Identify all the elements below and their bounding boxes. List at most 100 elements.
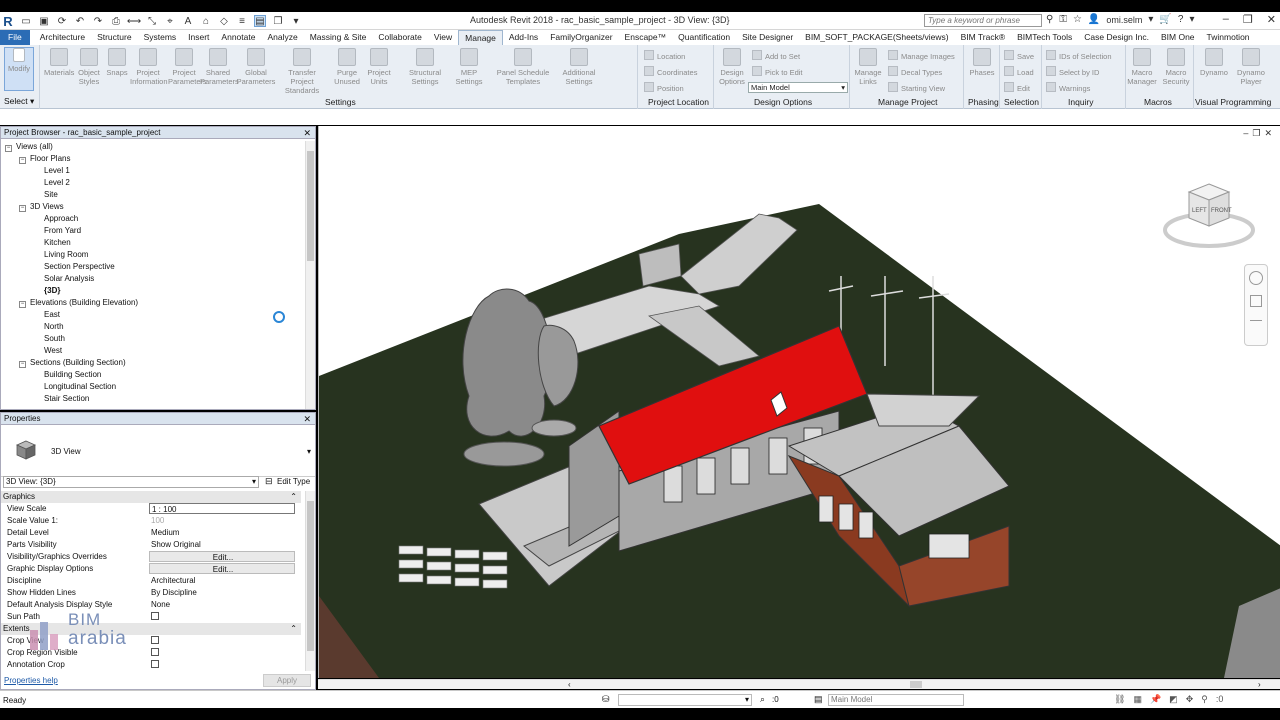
thin-lines-icon[interactable]: ≡: [236, 15, 248, 27]
collapse-icon[interactable]: ⌃: [290, 623, 297, 635]
type-selector[interactable]: 3D View ▾: [1, 427, 315, 477]
phases-button[interactable]: Phases: [966, 48, 998, 77]
scroll-thumb[interactable]: [910, 681, 922, 688]
collapse-icon[interactable]: ⌃: [290, 491, 297, 503]
maximize-icon[interactable]: ❐: [1243, 13, 1253, 26]
property-value[interactable]: [149, 611, 295, 622]
decal-types-button[interactable]: Decal Types: [888, 66, 942, 77]
tree-item[interactable]: Stair Section: [33, 393, 89, 405]
property-value[interactable]: None: [149, 599, 295, 610]
collapse-icon[interactable]: −: [19, 301, 26, 308]
properties-section[interactable]: Graphics ⌃: [1, 491, 301, 503]
chevron-down-icon[interactable]: ▾: [1148, 14, 1153, 25]
manage-images-button[interactable]: Manage Images: [888, 50, 955, 61]
select-by-id-button[interactable]: Select by ID: [1046, 66, 1099, 77]
property-value[interactable]: By Discipline: [149, 587, 295, 598]
tree-item[interactable]: Section Perspective: [33, 261, 115, 273]
scroll-left-icon[interactable]: ‹: [568, 680, 571, 689]
tree-item[interactable]: Solar Analysis: [33, 273, 94, 285]
panel-schedule-templates-button[interactable]: Panel Schedule Templates: [494, 48, 552, 86]
subscription-icon[interactable]: ⚿: [1059, 14, 1067, 25]
design-option-dropdown[interactable]: Main Model ▾: [748, 82, 848, 93]
tree-item[interactable]: − Sections (Building Section): [19, 357, 126, 369]
tab-bim-track[interactable]: BIM Track®: [955, 30, 1012, 45]
switch-windows-icon[interactable]: ❐: [272, 15, 284, 27]
aligned-dimension-icon[interactable]: ⤡: [146, 15, 158, 27]
tab-bimtech-tools[interactable]: BIMTech Tools: [1011, 30, 1078, 45]
pick-to-edit-button[interactable]: Pick to Edit: [752, 66, 803, 77]
ids-of-selection-button[interactable]: IDs of Selection: [1046, 50, 1112, 61]
tree-item[interactable]: − Floor Plans: [19, 153, 70, 165]
tab-bim-one[interactable]: BIM One: [1155, 30, 1201, 45]
tree-item[interactable]: Longitudinal Section: [33, 381, 116, 393]
scroll-thumb[interactable]: [307, 151, 314, 261]
tab-familyorganizer[interactable]: FamilyOrganizer: [544, 30, 618, 45]
structural-settings-button[interactable]: Structural Settings: [404, 48, 446, 86]
select-dropdown[interactable]: Select ▾: [4, 96, 34, 107]
edit-type-button[interactable]: ⊟ Edit Type: [263, 476, 313, 488]
shared-parameters-button[interactable]: Shared Parameters: [200, 48, 239, 86]
binoculars-icon[interactable]: ⚲: [1046, 14, 1053, 25]
dynamo-player-button[interactable]: Dynamo Player: [1234, 48, 1268, 86]
tree-item[interactable]: − Elevations (Building Elevation): [19, 297, 138, 309]
tab-bim-soft-package-sheets-views[interactable]: BIM_SOFT_PACKAGE(Sheets/views): [799, 30, 954, 45]
macro-manager-button[interactable]: Macro Manager: [1126, 48, 1158, 86]
measure-icon[interactable]: ⟷: [127, 15, 141, 27]
tag-icon[interactable]: ⌖: [164, 15, 176, 27]
load-selection-button[interactable]: Load: [1004, 66, 1034, 77]
checkbox[interactable]: [151, 660, 159, 668]
project-units-button[interactable]: Project Units: [364, 48, 394, 86]
close-icon[interactable]: ✕: [303, 127, 311, 139]
macro-security-button[interactable]: Macro Security: [1160, 48, 1192, 86]
edit-selection-button[interactable]: Edit: [1004, 82, 1030, 93]
3d-viewport[interactable]: –❐✕ LEFT FRONT: [318, 126, 1280, 678]
tree-item[interactable]: {3D}: [33, 285, 60, 297]
property-value[interactable]: Architectural: [149, 575, 295, 586]
tab-file[interactable]: File: [0, 30, 30, 45]
checkbox[interactable]: [151, 648, 159, 656]
close-icon[interactable]: ✕: [1267, 13, 1276, 26]
purge-unused-button[interactable]: Purge Unused: [330, 48, 364, 86]
tree-item[interactable]: Kitchen: [33, 237, 71, 249]
tab-architecture[interactable]: Architecture: [34, 30, 91, 45]
browser-scrollbar[interactable]: [305, 141, 315, 409]
dynamo-button[interactable]: Dynamo: [1198, 48, 1230, 77]
default-3d-view-icon[interactable]: ⌂: [200, 15, 212, 27]
tree-item[interactable]: − Views (all): [5, 141, 53, 153]
select-links-icon[interactable]: ⛓: [1114, 694, 1125, 705]
tab-collaborate[interactable]: Collaborate: [372, 30, 427, 45]
collapse-icon[interactable]: −: [5, 145, 12, 152]
scroll-right-icon[interactable]: ›: [1258, 680, 1261, 689]
help-icon[interactable]: ?: [1178, 14, 1184, 25]
coordinates-button[interactable]: Coordinates: [644, 66, 697, 77]
worksets-icon[interactable]: ⛁: [602, 694, 610, 705]
select-pinned-icon[interactable]: 📌: [1150, 694, 1161, 705]
materials-button[interactable]: Materials: [44, 48, 74, 77]
zoom-icon[interactable]: [1250, 295, 1262, 307]
tab-enscape[interactable]: Enscape™: [619, 30, 673, 45]
print-icon[interactable]: ⎙: [110, 15, 122, 27]
drag-elements-icon[interactable]: ✥: [1186, 694, 1194, 705]
tree-item[interactable]: Level 1: [33, 165, 70, 177]
object-styles-button[interactable]: Object Styles: [74, 48, 104, 86]
location-button[interactable]: Location: [644, 50, 685, 61]
customize-qat-icon[interactable]: ▾: [290, 15, 302, 27]
tab-structure[interactable]: Structure: [91, 30, 138, 45]
property-value[interactable]: [149, 635, 295, 646]
tree-item[interactable]: North: [33, 321, 64, 333]
tab-annotate[interactable]: Annotate: [215, 30, 261, 45]
tree-item[interactable]: From Yard: [33, 225, 81, 237]
revit-logo-icon[interactable]: R: [2, 14, 14, 29]
property-value[interactable]: Edit...: [149, 563, 295, 574]
property-value[interactable]: 100: [149, 515, 295, 526]
user-icon[interactable]: 👤: [1088, 14, 1100, 25]
checkbox[interactable]: [151, 636, 159, 644]
property-value[interactable]: 1 : 100: [149, 503, 295, 514]
tab-view[interactable]: View: [428, 30, 458, 45]
user-name[interactable]: omi.selm: [1106, 15, 1142, 25]
project-parameters-button[interactable]: Project Parameters: [168, 48, 207, 86]
design-options-status-icon[interactable]: ▤: [814, 694, 823, 705]
collapse-icon[interactable]: −: [19, 361, 26, 368]
tab-case-design-inc[interactable]: Case Design Inc.: [1078, 30, 1155, 45]
steering-wheel-icon[interactable]: [1249, 271, 1263, 285]
